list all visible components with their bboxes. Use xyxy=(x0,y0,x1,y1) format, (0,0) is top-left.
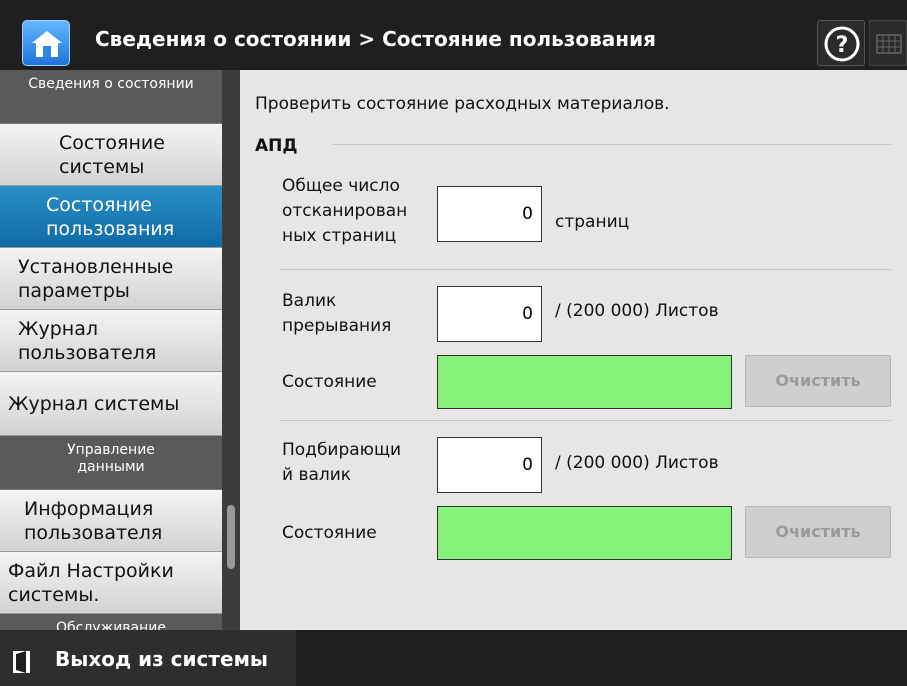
sidebar-group-status-info: Сведения о состоянии xyxy=(0,70,222,124)
pick-roller-count: 0 xyxy=(437,437,542,493)
brake-roller-count: 0 xyxy=(437,286,542,342)
sidebar-item-system-log[interactable]: Журнал системы xyxy=(0,372,222,436)
total-pages-value: 0 xyxy=(437,186,542,242)
total-pages-label: Общее число отсканирован ных страниц xyxy=(282,176,408,246)
sidebar-item-user-log[interactable]: Журнал пользователя xyxy=(0,310,222,372)
main-content: Проверить состояние расходных материалов… xyxy=(240,70,907,630)
sidebar-group-data-management: Управление данными xyxy=(0,436,222,490)
brake-roller-status-label: Состояние xyxy=(282,372,377,392)
page-title: Сведения о состоянии > Состояние пользов… xyxy=(95,27,656,51)
sidebar-item-label: Установленные параметры xyxy=(18,255,174,302)
brake-roller-label: Валик прерывания xyxy=(282,291,392,336)
brake-roller-clear-button[interactable]: Очистить xyxy=(745,355,891,407)
sidebar-group-maintenance: Обслуживание xyxy=(0,614,222,630)
brake-roller-unit: / (200 000) Листов xyxy=(555,301,719,321)
sidebar-item-user-info[interactable]: Информация пользователя xyxy=(0,490,222,552)
sidebar-item-label: Журнал системы xyxy=(8,392,180,415)
sidebar-item-system-status[interactable]: Состояние системы xyxy=(0,124,222,186)
section-title: АПД xyxy=(255,136,298,156)
logout-door-icon xyxy=(13,651,30,673)
brake-roller-status-bar xyxy=(437,355,732,409)
help-button[interactable]: ? xyxy=(817,20,865,66)
pick-roller-clear-button[interactable]: Очистить xyxy=(745,506,891,558)
divider xyxy=(280,269,891,270)
logout-label: Выход из системы xyxy=(55,647,268,671)
sidebar-scroll-thumb[interactable] xyxy=(227,505,235,569)
pick-roller-label: Подбирающи й валик xyxy=(282,440,402,485)
help-icon: ? xyxy=(824,26,860,62)
pick-roller-status-bar xyxy=(437,506,732,560)
home-button[interactable] xyxy=(22,20,70,66)
footer-bar: Выход из системы xyxy=(0,630,907,686)
divider xyxy=(280,420,891,421)
sidebar-item-system-settings-file[interactable]: Файл Настройки системы. xyxy=(0,552,222,614)
sidebar-item-label: Состояние пользования xyxy=(46,193,175,240)
keyboard-icon xyxy=(876,34,902,54)
sidebar-item-label: Состояние системы xyxy=(59,131,165,178)
logout-button[interactable]: Выход из системы xyxy=(0,630,296,686)
sidebar-item-usage-status[interactable]: Состояние пользования xyxy=(0,186,222,248)
total-pages-unit: страниц xyxy=(555,212,630,232)
sidebar-item-installed-settings[interactable]: Установленные параметры xyxy=(0,248,222,310)
sidebar-nav: Сведения о состоянии Состояние системы С… xyxy=(0,70,222,630)
sidebar-item-label: Журнал пользователя xyxy=(18,317,157,364)
keyboard-button[interactable] xyxy=(869,20,907,66)
pick-roller-unit: / (200 000) Листов xyxy=(555,453,719,473)
top-header: Сведения о состоянии > Состояние пользов… xyxy=(0,0,907,70)
pick-roller-status-label: Состояние xyxy=(282,523,377,543)
sidebar-item-label: Информация пользователя xyxy=(24,497,163,544)
sidebar-item-label: Файл Настройки системы. xyxy=(8,559,174,606)
section-divider xyxy=(332,144,891,145)
svg-text:?: ? xyxy=(836,33,849,58)
home-icon xyxy=(32,31,62,57)
page-description: Проверить состояние расходных материалов… xyxy=(255,94,670,114)
